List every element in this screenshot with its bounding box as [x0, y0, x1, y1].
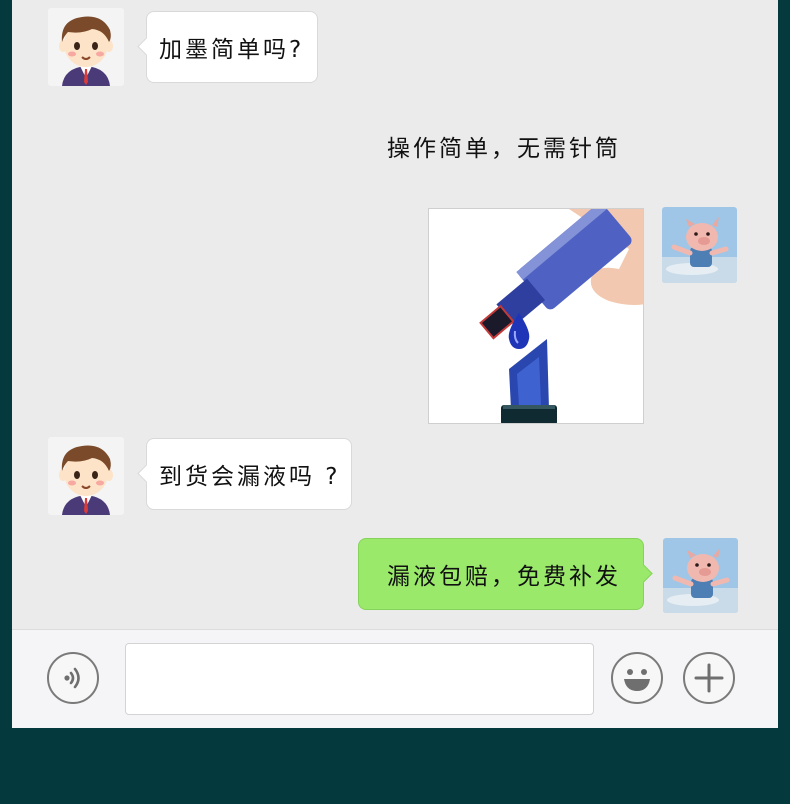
- message-text: 到货会漏液吗 ?: [159, 464, 341, 490]
- seller-avatar[interactable]: [662, 207, 737, 283]
- customer-avatar[interactable]: [48, 8, 124, 86]
- message-bubble[interactable]: 到货会漏液吗 ?: [137, 438, 352, 510]
- message-input[interactable]: [125, 643, 594, 715]
- seller-avatar[interactable]: [663, 538, 738, 613]
- plus-icon: [694, 663, 724, 693]
- voice-icon: [64, 667, 80, 689]
- message-bubble[interactable]: 漏液包赔，免费补发: [358, 538, 653, 610]
- input-bar: [12, 629, 778, 728]
- ink-refill-photo[interactable]: [428, 208, 644, 424]
- plus-button[interactable]: [683, 652, 735, 704]
- customer-avatar[interactable]: [48, 437, 124, 515]
- message-text: 漏液包赔，免费补发: [387, 564, 621, 590]
- emoji-icon: [624, 669, 650, 691]
- message-text: 加墨简单吗?: [159, 37, 305, 63]
- voice-button[interactable]: [47, 652, 99, 704]
- emoji-button[interactable]: [611, 652, 663, 704]
- message-text: 操作简单，无需针筒: [387, 136, 621, 162]
- message-bubble[interactable]: 加墨简单吗?: [137, 11, 318, 83]
- message-text-plain: 操作简单，无需针筒: [387, 129, 621, 163]
- chat-screen: 加墨简单吗? 操作简单，无需针筒 到货会漏液吗 ? 漏液包赔，免费补发: [12, 0, 778, 728]
